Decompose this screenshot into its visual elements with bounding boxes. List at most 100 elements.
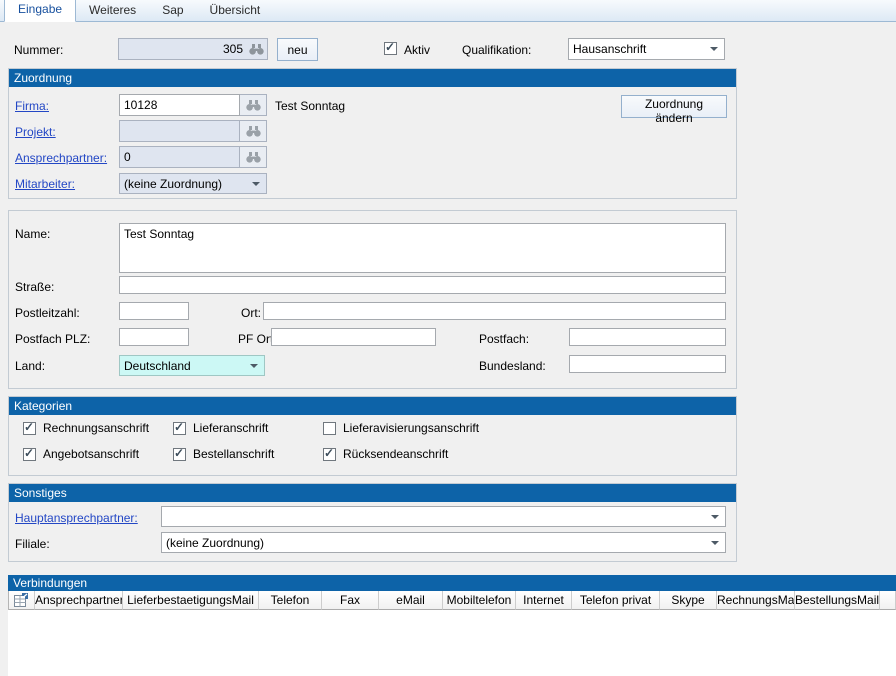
sonstiges-section-header: Sonstiges bbox=[9, 484, 736, 502]
column-header-filler bbox=[880, 591, 896, 610]
angebotsanschrift-checkbox[interactable] bbox=[23, 448, 36, 461]
chevron-down-icon bbox=[711, 515, 719, 519]
lieferavisierungsanschrift-label: Lieferavisierungsanschrift bbox=[343, 421, 479, 435]
column-header-rechnungsmail[interactable]: RechnungsMa bbox=[717, 591, 795, 610]
chevron-down-icon bbox=[252, 182, 260, 186]
filiale-select[interactable]: (keine Zuordnung) bbox=[161, 532, 726, 553]
rechnungsanschrift-label: Rechnungsanschrift bbox=[43, 421, 149, 435]
land-value: Deutschland bbox=[124, 359, 191, 373]
firma-binoculars-icon[interactable] bbox=[240, 94, 267, 116]
sonstiges-section: Sonstiges Hauptansprechpartner: Filiale:… bbox=[8, 483, 737, 562]
firma-display-name: Test Sonntag bbox=[275, 99, 345, 113]
postfach-label: Postfach: bbox=[479, 332, 529, 346]
firma-input[interactable] bbox=[119, 94, 240, 116]
tab-uebersicht[interactable]: Übersicht bbox=[197, 0, 274, 21]
mitarbeiter-select[interactable]: (keine Zuordnung) bbox=[119, 173, 267, 194]
column-header-fax[interactable]: Fax bbox=[322, 591, 379, 610]
ansprechpartner-binoculars-icon[interactable] bbox=[240, 146, 267, 168]
angebotsanschrift-label: Angebotsanschrift bbox=[43, 447, 139, 461]
ruecksendeanschrift-checkbox[interactable] bbox=[323, 448, 336, 461]
qualifikation-value: Hausanschrift bbox=[573, 42, 646, 56]
hauptansprechpartner-link[interactable]: Hauptansprechpartner: bbox=[15, 511, 138, 525]
neu-button[interactable]: neu bbox=[277, 38, 318, 61]
checkbox-item-rechnungsanschrift: Rechnungsanschrift bbox=[23, 421, 149, 435]
projekt-input[interactable] bbox=[119, 120, 240, 142]
column-header-ansprechpartner[interactable]: Ansprechpartner bbox=[35, 591, 123, 610]
projekt-link[interactable]: Projekt: bbox=[15, 125, 56, 139]
column-header-telefon-privat[interactable]: Telefon privat bbox=[572, 591, 660, 610]
column-header-lieferbestaetigungsmail[interactable]: LieferbestaetigungsMail bbox=[123, 591, 259, 610]
checkbox-item-angebotsanschrift: Angebotsanschrift bbox=[23, 447, 139, 461]
bestellanschrift-checkbox[interactable] bbox=[173, 448, 186, 461]
name-textarea[interactable]: Test Sonntag bbox=[119, 223, 726, 273]
lieferanschrift-label: Lieferanschrift bbox=[193, 421, 268, 435]
binoculars-search-icon[interactable] bbox=[245, 44, 267, 55]
mitarbeiter-value: (keine Zuordnung) bbox=[124, 177, 222, 191]
filiale-label: Filiale: bbox=[15, 537, 50, 551]
qualifikation-select[interactable]: Hausanschrift bbox=[568, 38, 725, 60]
column-header-telefon[interactable]: Telefon bbox=[259, 591, 322, 610]
bestellanschrift-label: Bestellanschrift bbox=[193, 447, 274, 461]
column-header-mobiltelefon[interactable]: Mobiltelefon bbox=[443, 591, 516, 610]
nummer-input[interactable] bbox=[119, 42, 245, 56]
tab-strip: Eingabe Weiteres Sap Übersicht bbox=[0, 0, 896, 22]
verbindungen-table-header: Ansprechpartner LieferbestaetigungsMail … bbox=[8, 591, 896, 610]
chevron-down-icon bbox=[711, 541, 719, 545]
bundesland-label: Bundesland: bbox=[479, 359, 546, 373]
hauptansprechpartner-select[interactable] bbox=[161, 506, 726, 527]
column-header-email[interactable]: eMail bbox=[379, 591, 443, 610]
verbindungen-table-body[interactable] bbox=[8, 610, 896, 676]
zuordnung-aendern-button[interactable]: Zuordnung ändern bbox=[621, 95, 727, 118]
record-selector-cell[interactable] bbox=[9, 591, 35, 610]
column-header-internet[interactable]: Internet bbox=[516, 591, 572, 610]
verbindungen-section-header: Verbindungen bbox=[8, 575, 896, 591]
lieferavisierungsanschrift-checkbox[interactable] bbox=[323, 422, 336, 435]
kategorien-section-header: Kategorien bbox=[9, 397, 736, 415]
aktiv-label: Aktiv bbox=[404, 43, 430, 57]
chevron-down-icon bbox=[250, 364, 258, 368]
ort-label: Ort: bbox=[241, 306, 261, 320]
ansprechpartner-link[interactable]: Ansprechpartner: bbox=[15, 151, 107, 165]
firma-field bbox=[119, 94, 267, 116]
bundesland-input[interactable] bbox=[569, 355, 726, 373]
tab-weiteres[interactable]: Weiteres bbox=[76, 0, 149, 21]
chevron-down-icon bbox=[710, 47, 718, 51]
adresse-section: Name: Test Sonntag Straße: Postleitzahl:… bbox=[8, 210, 737, 389]
zuordnung-section: Zuordnung Firma: Test Sonntag Zuordnung … bbox=[8, 68, 737, 199]
lieferanschrift-checkbox[interactable] bbox=[173, 422, 186, 435]
ansprechpartner-input[interactable] bbox=[119, 146, 240, 168]
kategorien-section: Kategorien Rechnungsanschrift Lieferansc… bbox=[8, 396, 737, 476]
tab-eingabe[interactable]: Eingabe bbox=[4, 0, 76, 22]
name-label: Name: bbox=[15, 227, 50, 241]
checkbox-item-ruecksendeanschrift: Rücksendeanschrift bbox=[323, 447, 448, 461]
checkbox-item-lieferavisierungsanschrift: Lieferavisierungsanschrift bbox=[323, 421, 479, 435]
postfach-plz-label: Postfach PLZ: bbox=[15, 332, 90, 346]
mitarbeiter-link[interactable]: Mitarbeiter: bbox=[15, 177, 75, 191]
nummer-label: Nummer: bbox=[14, 43, 63, 57]
postfach-input[interactable] bbox=[569, 328, 726, 346]
ort-input[interactable] bbox=[263, 302, 726, 320]
tab-sap[interactable]: Sap bbox=[149, 0, 196, 21]
column-header-skype[interactable]: Skype bbox=[660, 591, 717, 610]
ansprechpartner-field bbox=[119, 146, 267, 168]
postfach-plz-input[interactable] bbox=[119, 328, 189, 346]
column-header-bestellungsmail[interactable]: BestellungsMail bbox=[795, 591, 880, 610]
qualifikation-label: Qualifikation: bbox=[462, 43, 531, 57]
postleitzahl-label: Postleitzahl: bbox=[15, 306, 80, 320]
land-select[interactable]: Deutschland bbox=[119, 355, 265, 376]
verbindungen-section: Verbindungen Ansprechpartner Lieferbesta… bbox=[8, 575, 896, 676]
ruecksendeanschrift-label: Rücksendeanschrift bbox=[343, 447, 448, 461]
projekt-field bbox=[119, 120, 267, 142]
land-label: Land: bbox=[15, 359, 45, 373]
firma-link[interactable]: Firma: bbox=[15, 99, 49, 113]
postleitzahl-input[interactable] bbox=[119, 302, 189, 320]
projekt-binoculars-icon[interactable] bbox=[240, 120, 267, 142]
checkbox-item-bestellanschrift: Bestellanschrift bbox=[173, 447, 274, 461]
aktiv-checkbox[interactable] bbox=[384, 42, 397, 55]
zuordnung-section-header: Zuordnung bbox=[9, 69, 736, 87]
rechnungsanschrift-checkbox[interactable] bbox=[23, 422, 36, 435]
pf-ort-input[interactable] bbox=[271, 328, 436, 346]
strasse-input[interactable] bbox=[119, 276, 726, 294]
checkbox-item-lieferanschrift: Lieferanschrift bbox=[173, 421, 268, 435]
nummer-field bbox=[118, 38, 268, 60]
